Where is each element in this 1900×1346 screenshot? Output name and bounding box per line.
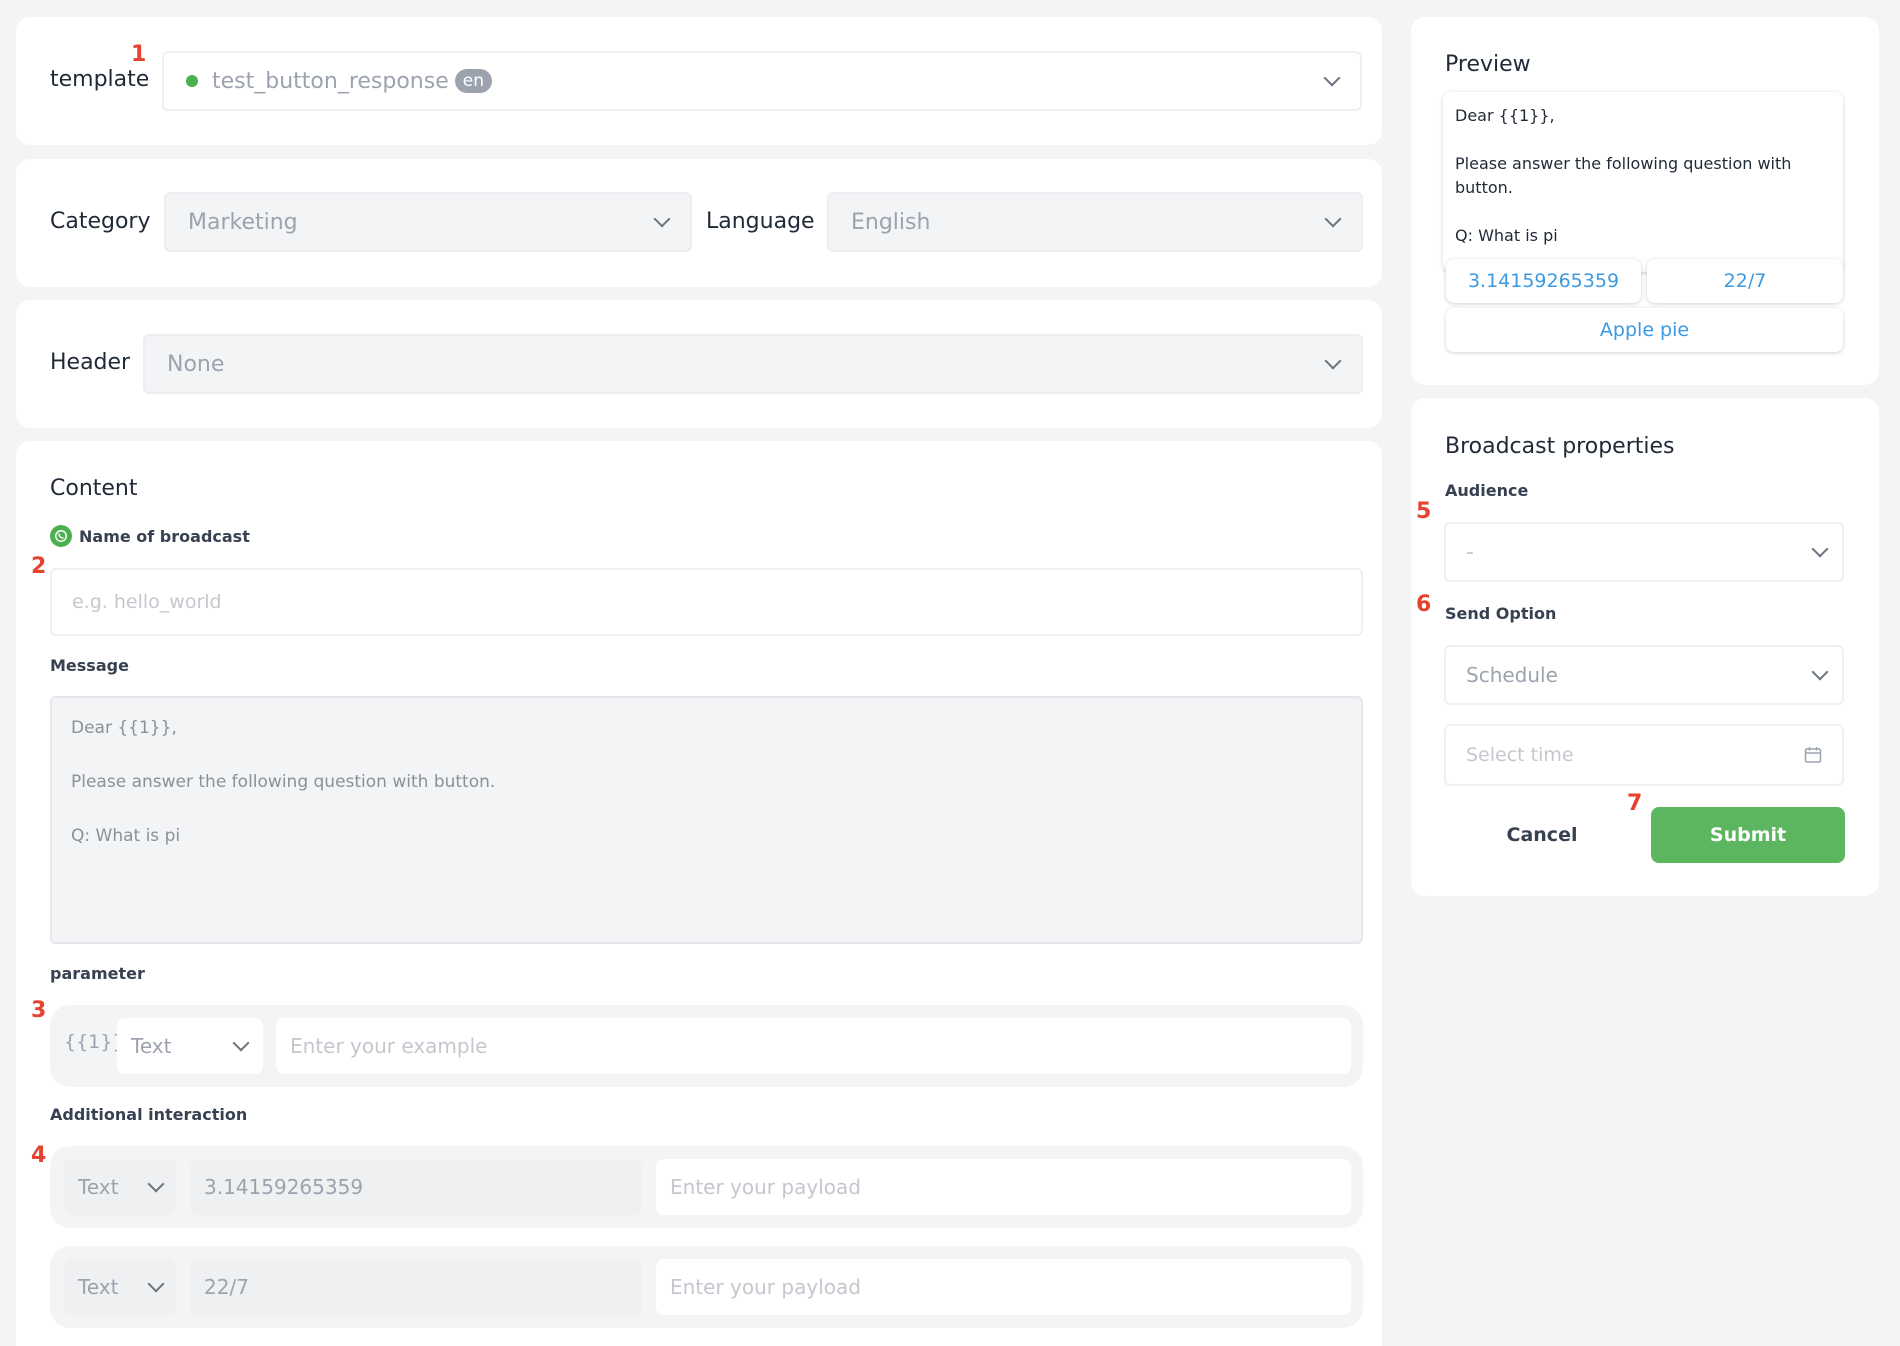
broadcast-name-placeholder: e.g. hello_world [72, 591, 222, 613]
send-option-select[interactable]: Schedule [1444, 645, 1844, 705]
content-card: Content Name of broadcast e.g. hello_wor… [16, 441, 1382, 1346]
marker-6: 6 [1416, 592, 1432, 617]
template-select[interactable]: test_button_response en [162, 51, 1362, 111]
content-title: Content [50, 476, 138, 501]
header-card: Header None [16, 300, 1382, 428]
template-lang-badge: en [454, 69, 492, 93]
select-time-input[interactable]: Select time [1444, 724, 1844, 786]
submit-button-label: Submit [1709, 824, 1787, 846]
interaction-payload-input[interactable]: Enter your payload [656, 1159, 1351, 1215]
parameter-token: {{1}} [64, 1031, 125, 1053]
message-textarea[interactable]: Dear {{1}}, Please answer the following … [50, 696, 1363, 944]
broadcast-properties-title: Broadcast properties [1445, 434, 1675, 459]
preview-line: Q: What is pi [1455, 226, 1558, 245]
cancel-button[interactable]: Cancel [1445, 807, 1639, 863]
template-card: template test_button_response en [16, 17, 1382, 145]
audience-value: - [1466, 539, 1474, 565]
interaction-row: Text 3.14159265359 Enter your payload [50, 1146, 1363, 1228]
chevron-down-icon [1323, 69, 1341, 87]
message-line: Q: What is pi [71, 826, 181, 846]
header-label: Header [50, 350, 131, 375]
preview-line: button. [1455, 178, 1513, 197]
template-name: test_button_response [212, 68, 449, 94]
parameter-type-select[interactable]: Text [117, 1018, 263, 1074]
chevron-down-icon [1324, 210, 1342, 228]
template-status-dot [186, 75, 198, 87]
interaction-button-text-value: 22/7 [204, 1275, 249, 1299]
preview-line: Dear {{1}}, [1455, 106, 1555, 125]
submit-button[interactable]: Submit [1651, 807, 1845, 863]
additional-interaction-label: Additional interaction [50, 1105, 248, 1124]
chevron-down-icon [147, 1275, 165, 1293]
interaction-button-text-input[interactable]: 22/7 [190, 1259, 642, 1315]
message-line: Dear {{1}}, [71, 718, 177, 738]
interaction-payload-input[interactable]: Enter your payload [656, 1259, 1351, 1315]
language-select[interactable]: English [827, 192, 1363, 252]
parameter-row: {{1}} Text Enter your example [50, 1005, 1363, 1087]
calendar-icon [1804, 746, 1822, 769]
category-select[interactable]: Marketing [164, 192, 692, 252]
language-label: Language [706, 209, 815, 234]
name-of-broadcast-label: Name of broadcast [79, 526, 250, 546]
name-of-broadcast-label-row: Name of broadcast [50, 525, 250, 547]
parameter-type-value: Text [131, 1034, 172, 1058]
interaction-type-value: Text [78, 1275, 119, 1299]
preview-title: Preview [1445, 52, 1531, 77]
chevron-down-icon [232, 1034, 250, 1052]
marker-2: 2 [31, 554, 47, 579]
preview-message-bubble: Dear {{1}}, Please answer the following … [1443, 92, 1843, 272]
audience-select[interactable]: - [1444, 522, 1844, 582]
preview-card: Preview Dear {{1}}, Please answer the fo… [1411, 17, 1879, 385]
preview-reply-button: 3.14159265359 [1446, 259, 1641, 303]
chevron-down-icon [1324, 352, 1342, 370]
marker-5: 5 [1416, 499, 1432, 524]
interaction-payload-placeholder: Enter your payload [670, 1175, 861, 1199]
broadcast-properties-card: Broadcast properties Audience - Send Opt… [1411, 398, 1879, 896]
message-line: Please answer the following question wit… [71, 772, 496, 792]
interaction-type-select[interactable]: Text [64, 1159, 176, 1215]
category-language-card: Category Marketing Language English [16, 159, 1382, 287]
whatsapp-icon [50, 525, 72, 547]
marker-3: 3 [31, 998, 47, 1023]
category-value: Marketing [188, 209, 298, 235]
preview-reply-button: Apple pie [1446, 308, 1843, 352]
header-select[interactable]: None [143, 334, 1363, 394]
preview-reply-button: 22/7 [1647, 259, 1843, 303]
header-value: None [167, 351, 225, 377]
marker-7: 7 [1627, 791, 1643, 816]
interaction-button-text-value: 3.14159265359 [204, 1175, 364, 1199]
cancel-button-label: Cancel [1506, 824, 1578, 846]
language-value: English [851, 209, 931, 235]
parameter-label: parameter [50, 964, 145, 983]
template-label: template [50, 67, 150, 92]
audience-label: Audience [1445, 481, 1529, 500]
send-option-value: Schedule [1466, 663, 1558, 687]
chevron-down-icon [653, 210, 671, 228]
broadcast-name-input[interactable]: e.g. hello_world [50, 568, 1363, 636]
send-option-label: Send Option [1445, 604, 1557, 623]
select-time-placeholder: Select time [1466, 744, 1574, 766]
chevron-down-icon [1811, 540, 1829, 558]
interaction-type-value: Text [78, 1175, 119, 1199]
chevron-down-icon [1811, 663, 1829, 681]
interaction-payload-placeholder: Enter your payload [670, 1275, 861, 1299]
chevron-down-icon [147, 1175, 165, 1193]
marker-1: 1 [131, 42, 147, 67]
parameter-example-input[interactable]: Enter your example [276, 1018, 1351, 1074]
message-label: Message [50, 656, 129, 675]
category-label: Category [50, 209, 151, 234]
preview-line: Please answer the following question wit… [1455, 154, 1792, 173]
parameter-example-placeholder: Enter your example [290, 1034, 488, 1058]
interaction-row: Text 22/7 Enter your payload [50, 1246, 1363, 1328]
interaction-button-text-input[interactable]: 3.14159265359 [190, 1159, 642, 1215]
interaction-type-select[interactable]: Text [64, 1259, 176, 1315]
marker-4: 4 [31, 1143, 47, 1168]
